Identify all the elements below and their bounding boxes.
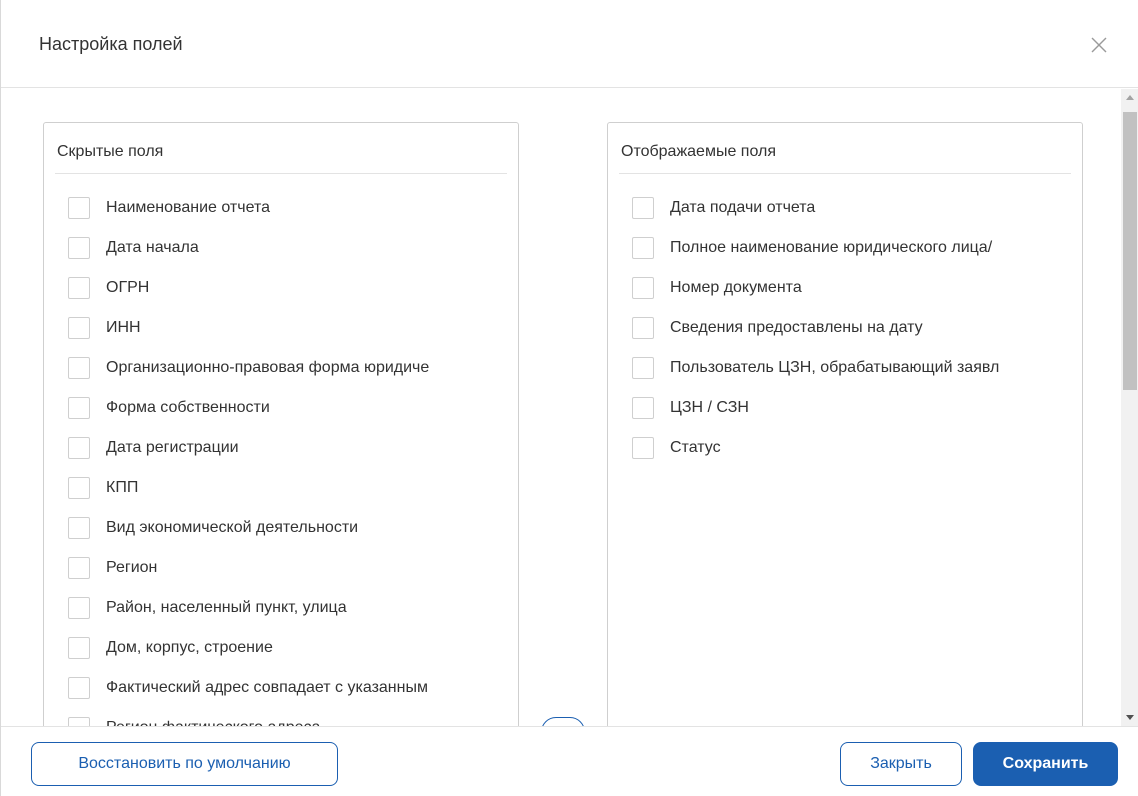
field-item[interactable]: КПП xyxy=(44,468,518,508)
move-fields-button[interactable] xyxy=(541,717,585,726)
divider xyxy=(619,173,1071,174)
field-label: Дата начала xyxy=(106,239,199,256)
field-label: Форма собственности xyxy=(106,399,270,416)
field-item[interactable]: Сведения предоставлены на дату xyxy=(608,308,1082,348)
scroll-down-arrow-icon[interactable] xyxy=(1121,708,1138,726)
field-label: ИНН xyxy=(106,319,141,336)
field-checkbox[interactable] xyxy=(68,597,90,619)
field-item[interactable]: Вид экономической деятельности xyxy=(44,508,518,548)
field-checkbox[interactable] xyxy=(68,437,90,459)
dialog-title: Настройка полей xyxy=(39,34,183,54)
dialog-header: Настройка полей xyxy=(1,0,1138,88)
field-item[interactable]: Пользователь ЦЗН, обрабатывающий заявл xyxy=(608,348,1082,388)
field-item[interactable]: Номер документа xyxy=(608,268,1082,308)
field-item[interactable]: Дата начала xyxy=(44,228,518,268)
hidden-fields-list: Наименование отчета Дата начала ОГРН ИНН Орг… xyxy=(44,188,518,726)
field-checkbox[interactable] xyxy=(68,717,90,726)
field-checkbox[interactable] xyxy=(632,397,654,419)
field-item[interactable]: ОГРН xyxy=(44,268,518,308)
field-label: Фактический адрес совпадает с указанным xyxy=(106,679,428,696)
field-item[interactable]: Организационно-правовая форма юридиче xyxy=(44,348,518,388)
field-checkbox[interactable] xyxy=(632,277,654,299)
field-label: ЦЗН / СЗН xyxy=(670,399,749,416)
field-label: Наименование отчета xyxy=(106,199,270,216)
field-checkbox[interactable] xyxy=(68,237,90,259)
field-label: Полное наименование юридического лица/ xyxy=(670,239,993,256)
field-item[interactable]: Форма собственности xyxy=(44,388,518,428)
vertical-scrollbar[interactable] xyxy=(1121,89,1138,726)
field-item[interactable]: Дата регистрации xyxy=(44,428,518,468)
field-checkbox[interactable] xyxy=(632,317,654,339)
scrollbar-thumb[interactable] xyxy=(1123,112,1137,390)
field-label: Дата подачи отчета xyxy=(670,199,816,216)
field-checkbox[interactable] xyxy=(68,517,90,539)
divider xyxy=(55,173,507,174)
hidden-fields-panel: Скрытые поля Наименование отчета Дата нач… xyxy=(43,122,519,726)
restore-defaults-button[interactable]: Восстановить по умолчанию xyxy=(31,742,338,786)
field-item[interactable]: Дом, корпус, строение xyxy=(44,628,518,668)
field-label: Организационно-правовая форма юридиче xyxy=(106,359,430,376)
field-item[interactable]: Полное наименование юридического лица/ xyxy=(608,228,1082,268)
field-checkbox[interactable] xyxy=(68,317,90,339)
field-item[interactable]: ЦЗН / СЗН xyxy=(608,388,1082,428)
field-checkbox[interactable] xyxy=(632,237,654,259)
field-settings-dialog: Настройка полей Скрытые поля Наименовани… xyxy=(0,0,1138,796)
field-checkbox[interactable] xyxy=(68,677,90,699)
field-item[interactable]: Регион фактического адреса xyxy=(44,708,518,726)
field-label: Пользователь ЦЗН, обрабатывающий заявл xyxy=(670,359,1000,376)
field-checkbox[interactable] xyxy=(632,357,654,379)
field-label: КПП xyxy=(106,479,139,496)
field-checkbox[interactable] xyxy=(68,637,90,659)
field-checkbox[interactable] xyxy=(632,197,654,219)
field-checkbox[interactable] xyxy=(68,277,90,299)
field-label: Сведения предоставлены на дату xyxy=(670,319,923,336)
dialog-footer: Восстановить по умолчанию Закрыть Сохран… xyxy=(1,726,1138,796)
field-label: Дом, корпус, строение xyxy=(106,639,273,656)
field-label: Дата регистрации xyxy=(106,439,239,456)
scroll-up-arrow-icon[interactable] xyxy=(1121,89,1138,107)
field-item[interactable]: Статус xyxy=(608,428,1082,468)
field-checkbox[interactable] xyxy=(68,397,90,419)
shown-fields-list: Дата подачи отчета Полное наименование юр… xyxy=(608,188,1082,468)
field-item[interactable]: Фактический адрес совпадает с указанным xyxy=(44,668,518,708)
shown-fields-panel: Отображаемые поля Дата подачи отчета Полн… xyxy=(607,122,1083,726)
field-checkbox[interactable] xyxy=(68,357,90,379)
field-checkbox[interactable] xyxy=(68,557,90,579)
field-item[interactable]: Дата подачи отчета xyxy=(608,188,1082,228)
field-label: ОГРН xyxy=(106,279,150,296)
field-label: Регион xyxy=(106,559,158,576)
field-checkbox[interactable] xyxy=(632,437,654,459)
field-item[interactable]: Район, населенный пункт, улица xyxy=(44,588,518,628)
field-checkbox[interactable] xyxy=(68,477,90,499)
field-item[interactable]: ИНН xyxy=(44,308,518,348)
field-label: Вид экономической деятельности xyxy=(106,519,359,536)
hidden-fields-title: Скрытые поля xyxy=(57,143,164,160)
close-button[interactable]: Закрыть xyxy=(840,742,962,786)
close-icon[interactable] xyxy=(1087,33,1111,57)
field-checkbox[interactable] xyxy=(68,197,90,219)
dialog-body: Скрытые поля Наименование отчета Дата нач… xyxy=(1,89,1138,726)
field-label: Статус xyxy=(670,439,721,456)
field-item[interactable]: Регион xyxy=(44,548,518,588)
shown-fields-title: Отображаемые поля xyxy=(621,143,777,160)
save-button[interactable]: Сохранить xyxy=(973,742,1118,786)
field-label: Номер документа xyxy=(670,279,802,296)
field-label: Регион фактического адреса xyxy=(106,719,518,726)
field-item[interactable]: Наименование отчета xyxy=(44,188,518,228)
field-label: Район, населенный пункт, улица xyxy=(106,599,347,616)
